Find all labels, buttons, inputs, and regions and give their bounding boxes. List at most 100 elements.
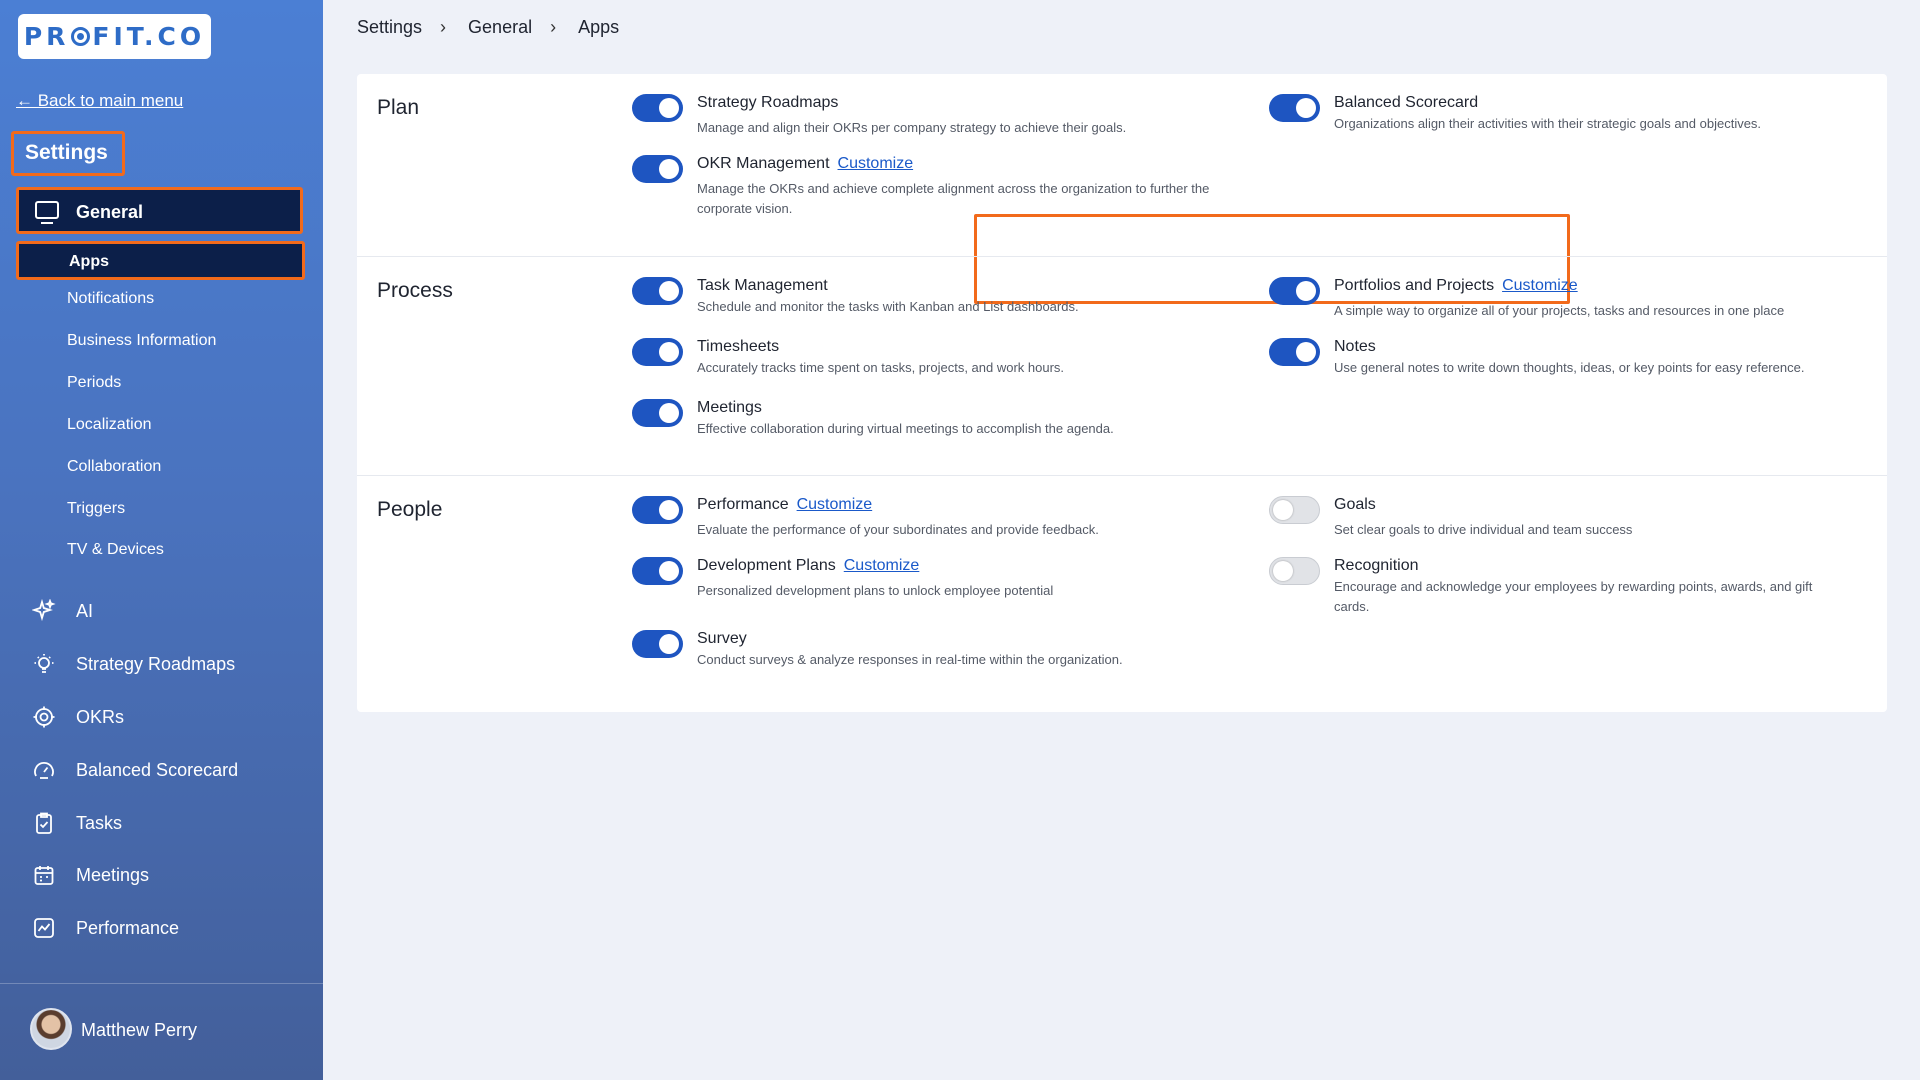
toggle-strategy-roadmaps[interactable] [632, 94, 683, 122]
profit-co-logo[interactable]: PR FIT.CO [18, 14, 211, 59]
toggle-timesheets[interactable] [632, 338, 683, 366]
sidebar-item-strategy-roadmaps-label: Strategy Roadmaps [76, 653, 236, 674]
app-title: Timesheets [697, 338, 780, 355]
sidebar-item-balanced-scorecard[interactable]: Balanced Scorecard [31, 755, 238, 785]
sidebar-item-collaboration[interactable]: Collaboration [67, 458, 161, 476]
user-name[interactable]: Matthew Perry [81, 1020, 197, 1041]
app-title: Notes [1334, 338, 1376, 355]
app-title-row: OKR Management Customize [697, 155, 913, 173]
app-title-row: Performance Customize [697, 496, 872, 514]
sparkle-icon [31, 598, 57, 624]
sidebar-item-strategy-roadmaps[interactable]: Strategy Roadmaps [31, 649, 235, 679]
sidebar-item-balanced-scorecard-label: Balanced Scorecard [76, 759, 239, 780]
sidebar-item-tasks[interactable]: Tasks [31, 808, 122, 838]
sidebar-item-notifications[interactable]: Notifications [67, 290, 154, 308]
toggle-survey[interactable] [632, 630, 683, 658]
breadcrumb-separator-icon: › [550, 17, 557, 37]
nav-apps-label: Apps [69, 253, 109, 270]
app-description: Encourage and acknowledge your employees… [1334, 579, 1813, 614]
customize-link[interactable]: Customize [797, 496, 873, 513]
toggle-recognition[interactable] [1269, 557, 1320, 585]
sidebar: PR FIT.CO ← Back to main menu Settings Ge… [0, 0, 323, 1080]
nav-general-label: General [76, 202, 144, 222]
calendar-icon [31, 862, 57, 888]
app-description: Organizations align their activities wit… [1334, 116, 1762, 131]
app-description: Conduct surveys & analyze responses in r… [697, 652, 1123, 667]
app-description: Personalized development plans to unlock… [697, 583, 1054, 598]
app-title: Survey [697, 630, 747, 647]
sidebar-item-meetings-label: Meetings [76, 864, 150, 885]
breadcrumb: Settings › General › Apps [357, 17, 619, 38]
sidebar-item-tasks-label: Tasks [76, 812, 123, 833]
target-icon [31, 704, 57, 730]
app-description: Evaluate the performance of your subordi… [697, 522, 1099, 537]
settings-title: Settings [11, 131, 125, 176]
app-description: Manage the OKRs and achieve complete ali… [697, 181, 1210, 216]
section-label-process: Process [377, 279, 453, 302]
toggle-balanced-scorecard[interactable] [1269, 94, 1320, 122]
toggle-performance[interactable] [632, 496, 683, 524]
app-title: Goals [1334, 496, 1376, 513]
app-title: Strategy Roadmaps [697, 94, 839, 111]
customize-link[interactable]: Customize [1502, 277, 1578, 294]
app-title-row: Portfolios and Projects Customize [1334, 277, 1578, 295]
logo-target-icon [71, 27, 91, 46]
monitor-icon [35, 201, 59, 224]
chart-line-icon [31, 915, 57, 941]
sidebar-item-meetings[interactable]: Meetings [31, 860, 149, 890]
app-title: Performance [697, 496, 789, 513]
app-title: Development Plans [697, 557, 836, 574]
app-description: Effective collaboration during virtual m… [697, 421, 1114, 436]
sidebar-item-triggers[interactable]: Triggers [67, 500, 125, 518]
app-description: A simple way to organize all of your pro… [1334, 303, 1785, 318]
app-title: OKR Management [697, 155, 830, 172]
app-description: Accurately tracks time spent on tasks, p… [697, 360, 1065, 375]
toggle-task-management[interactable] [632, 277, 683, 305]
sidebar-item-ai-label: AI [76, 600, 94, 621]
clipboard-check-icon [31, 810, 57, 836]
app-title: Portfolios and Projects [1334, 277, 1495, 294]
section-label-people: People [377, 498, 443, 521]
nav-general[interactable]: General [16, 187, 303, 234]
toggle-portfolios-and-projects[interactable] [1269, 277, 1320, 305]
sidebar-item-performance-label: Performance [76, 917, 180, 938]
app-title: Recognition [1334, 557, 1419, 574]
breadcrumb-general[interactable]: General [468, 17, 532, 38]
toggle-okr-management[interactable] [632, 155, 683, 183]
app-description: Use general notes to write down thoughts… [1334, 360, 1805, 375]
section-divider [357, 475, 1887, 476]
app-description: Schedule and monitor the tasks with Kanb… [697, 299, 1079, 314]
sidebar-item-okrs-label: OKRs [76, 706, 125, 727]
sidebar-item-tv-devices[interactable]: TV & Devices [67, 541, 164, 559]
section-divider [357, 256, 1887, 257]
app-title: Task Management [697, 277, 828, 294]
app-title: Meetings [697, 399, 762, 416]
section-label-plan: Plan [377, 96, 420, 119]
toggle-development-plans[interactable] [632, 557, 683, 585]
app-description: Manage and align their OKRs per company … [697, 120, 1127, 135]
back-to-main-menu-link[interactable]: ← Back to main menu [16, 91, 183, 111]
apps-settings-card: Plan Strategy Roadmaps Manage and align … [357, 74, 1887, 712]
breadcrumb-apps: Apps [578, 17, 620, 37]
customize-link[interactable]: Customize [838, 155, 914, 172]
sidebar-item-periods[interactable]: Periods [67, 374, 121, 392]
toggle-goals[interactable] [1269, 496, 1320, 524]
sidebar-item-localization[interactable]: Localization [67, 416, 152, 434]
nav-apps[interactable]: Apps [16, 241, 305, 280]
gauge-icon [31, 757, 57, 783]
lightbulb-icon [31, 651, 57, 677]
avatar[interactable] [30, 1008, 72, 1050]
sidebar-item-ai[interactable]: AI [31, 596, 93, 626]
customize-link[interactable]: Customize [844, 557, 920, 574]
sidebar-item-performance[interactable]: Performance [31, 913, 179, 943]
sidebar-divider [0, 983, 323, 984]
breadcrumb-settings[interactable]: Settings [357, 17, 422, 38]
breadcrumb-separator-icon: › [440, 17, 447, 37]
toggle-notes[interactable] [1269, 338, 1320, 366]
app-description: Set clear goals to drive individual and … [1334, 522, 1633, 537]
app-title: Balanced Scorecard [1334, 94, 1479, 111]
sidebar-item-business-information[interactable]: Business Information [67, 332, 216, 350]
app-title-row: Development Plans Customize [697, 557, 919, 575]
toggle-meetings[interactable] [632, 399, 683, 427]
sidebar-item-okrs[interactable]: OKRs [31, 702, 124, 732]
